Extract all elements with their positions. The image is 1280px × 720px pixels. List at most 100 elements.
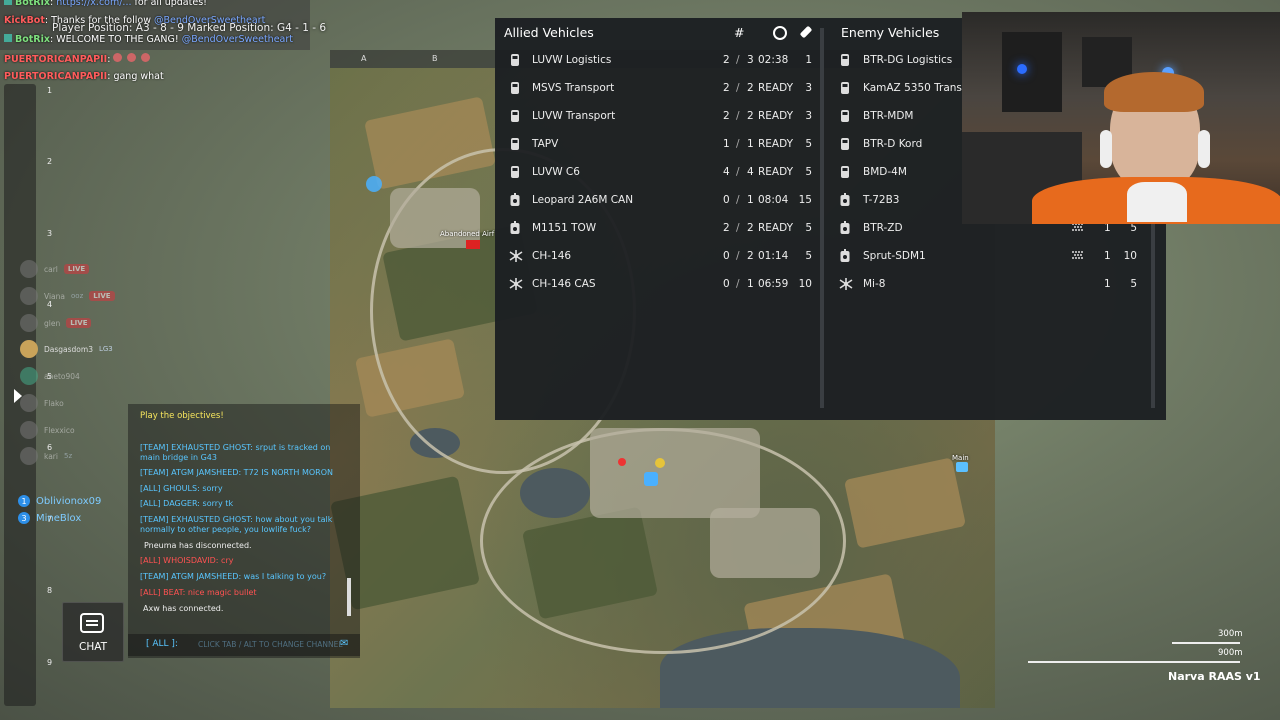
tank-icon (509, 193, 521, 207)
vehicle-total: 1 (747, 138, 754, 150)
tracked-status-icon (1070, 250, 1086, 264)
vehicle-available: 2 (723, 54, 730, 66)
vehicle-slash: / (736, 222, 740, 234)
friend-name: kari (44, 451, 58, 461)
chat-bubble-icon[interactable]: ✉ (340, 638, 352, 649)
stream-chat-line: PUERTORICANPAPII: (4, 53, 151, 65)
live-badge: LIVE (89, 291, 115, 301)
map-town (710, 508, 820, 578)
friend-item[interactable]: Viana ooz LIVE (20, 286, 115, 306)
map-label-main: Main (952, 454, 969, 462)
friend-item[interactable]: Dasgasdom3 LG3 (20, 339, 113, 359)
squad-member[interactable]: 3 MineBlox (18, 512, 81, 524)
friend-name: carl (44, 264, 58, 274)
chat-message: [ALL] BEAT: nice magic bullet (140, 588, 257, 597)
vehicle-available: 0 (723, 278, 730, 290)
friend-name: Dasgasdom3 (44, 344, 93, 354)
vehicle-count: 1 (1104, 250, 1111, 262)
vehicle-name: LUVW Logistics (532, 54, 612, 66)
chat-message: normally to other people, you lowlife fu… (140, 525, 311, 534)
allied-vehicle-row: CH-146 0 / 2 01:14 5 (495, 242, 820, 270)
vehicle-tickets: 3 (805, 82, 812, 94)
chat-message: [ALL] DAGGER: sorry tk (140, 499, 234, 508)
friend-tag: ooz (71, 292, 84, 300)
map-town (590, 428, 760, 518)
chat-scrollbar[interactable] (347, 578, 351, 616)
clock-icon (773, 26, 787, 40)
tank-icon (509, 221, 521, 235)
chat-badge-icon (4, 34, 12, 42)
vehicle-available: 1 (723, 138, 730, 150)
heli-icon (509, 277, 523, 291)
tank-icon (839, 249, 851, 263)
enemy-vehicles-title: Enemy Vehicles (841, 25, 940, 40)
vehicle-name: Sprut-SDM1 (863, 250, 926, 262)
map-column-label: B (432, 54, 438, 63)
player-position-readout: Player Position: A3 - 8 - 9 Marked Posit… (52, 22, 327, 34)
truck-icon (839, 165, 851, 179)
vehicle-total: 2 (747, 222, 754, 234)
vehicle-count: 1 (1104, 278, 1111, 290)
friend-item[interactable]: Flako (20, 393, 64, 413)
vehicle-available: 2 (723, 82, 730, 94)
vehicle-available: 0 (723, 194, 730, 206)
chat-button-label: CHAT (78, 641, 107, 653)
vehicle-name: MSVS Transport (532, 82, 615, 94)
friend-item[interactable]: glen LIVE (20, 313, 92, 333)
live-badge: LIVE (63, 264, 90, 274)
tracked-status-icon (1070, 222, 1086, 236)
friendly-marker-icon[interactable] (644, 472, 658, 486)
friend-tag: 5z (63, 452, 73, 460)
vehicle-timer: READY (758, 166, 794, 178)
chat-link[interactable]: https://x.com/... (56, 0, 131, 8)
monitor-shape (1002, 32, 1062, 112)
truck-icon (839, 53, 851, 67)
vehicle-total: 1 (747, 194, 754, 206)
main-base-icon[interactable] (956, 462, 968, 472)
vehicle-name: Leopard 2A6M CAN (532, 194, 634, 206)
friend-name: Flexxico (44, 425, 75, 435)
map-row-label: 8 (47, 586, 53, 595)
enemy-marker-icon[interactable] (618, 458, 626, 466)
allied-vehicle-row: Leopard 2A6M CAN 0 / 1 08:04 15 (495, 186, 820, 214)
allied-vehicle-row: MSVS Transport 2 / 2 READY 3 (495, 74, 820, 102)
scale-label: 300m (1218, 629, 1243, 639)
vehicle-name: CH-146 CAS (532, 278, 596, 290)
friend-item[interactable]: kari 5z (20, 446, 72, 466)
chat-badge-icon (4, 0, 12, 5)
vehicle-name: M1151 TOW (532, 222, 597, 234)
chat-channel-label[interactable]: [ ALL ]: (146, 639, 178, 649)
allied-vehicle-row: TAPV 1 / 1 READY 5 (495, 130, 820, 158)
panel-divider (820, 28, 824, 408)
vehicle-tickets: 5 (805, 166, 812, 178)
objective-marker-icon[interactable] (655, 458, 665, 468)
vehicle-timer: READY (758, 138, 794, 150)
vehicle-name: T-72B3 (863, 194, 900, 206)
chat-username: BotRix (15, 34, 51, 45)
vehicle-timer: 01:14 (758, 250, 789, 262)
chat-text: gang what (113, 71, 164, 82)
heli-icon (839, 277, 853, 291)
vehicle-total: 2 (747, 110, 754, 122)
friend-item[interactable]: Flexxico (20, 420, 75, 440)
squad-member[interactable]: 1 Oblivionox09 (18, 495, 101, 507)
friend-item[interactable]: aneto904 (20, 366, 80, 386)
chat-button[interactable]: CHAT (62, 602, 124, 662)
friend-item[interactable]: carl LIVE (20, 259, 90, 279)
vehicle-slash: / (736, 54, 740, 66)
stream-chat-line: BotRix: WELCOME TO THE GANG! @BendOverSw… (4, 34, 293, 45)
allied-vehicles-title: Allied Vehicles (504, 25, 594, 40)
vehicle-name: CH-146 (532, 250, 572, 262)
chat-username: PUERTORICANPAPII (4, 54, 108, 65)
canada-flag-icon (466, 240, 480, 249)
vehicle-name: BTR-MDM (863, 110, 914, 122)
chat-username: KickBot (4, 15, 45, 26)
avatar (20, 314, 38, 332)
vehicle-name: KamAZ 5350 Transp (863, 82, 969, 94)
map-field (843, 457, 967, 549)
squad-marker-icon[interactable] (366, 176, 382, 192)
truck-icon (509, 81, 521, 95)
objective-message: Play the objectives! (140, 411, 224, 421)
stream-chat-line: PUERTORICANPAPII: gang what (4, 71, 164, 82)
truck-icon (839, 81, 851, 95)
